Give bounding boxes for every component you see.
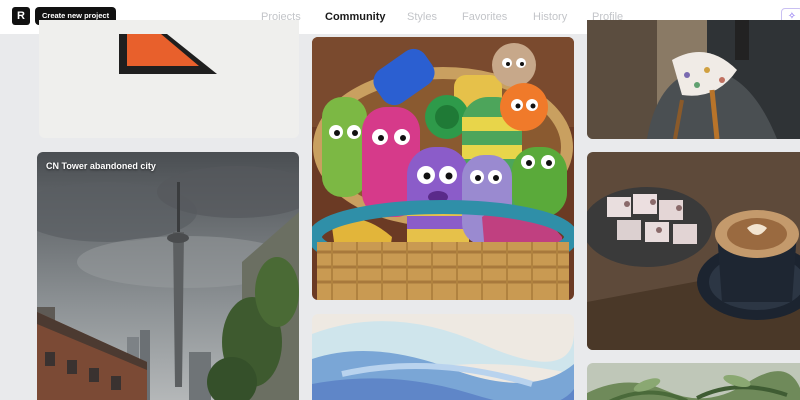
tab-favorites[interactable]: Favorites [462, 9, 507, 25]
tab-history[interactable]: History [533, 9, 567, 25]
feed-card-fabric[interactable] [312, 314, 574, 400]
card-title: CN Tower abandoned city [46, 161, 156, 171]
tab-styles[interactable]: Styles [407, 9, 437, 25]
feed-card-plant[interactable] [587, 363, 800, 400]
feed-card-portrait[interactable] [587, 20, 800, 139]
feed-card-graphic[interactable] [39, 20, 299, 138]
sock-puppets-basket-image [312, 37, 574, 300]
tab-community[interactable]: Community [325, 9, 386, 25]
feed-card-cn-tower[interactable]: CN Tower abandoned city [37, 152, 299, 400]
feed-card-coffee[interactable] [587, 152, 800, 350]
pastel-fabric-image [312, 314, 574, 400]
cn-tower-city-image [37, 152, 299, 400]
green-leaves-image [587, 363, 800, 400]
geometric-artwork-image [39, 20, 299, 138]
coffee-and-sweets-image [587, 152, 800, 350]
feed-card-sock-puppets[interactable] [312, 37, 574, 300]
app-logo[interactable]: R [12, 7, 30, 25]
woman-scarf-portrait-image [587, 20, 800, 139]
